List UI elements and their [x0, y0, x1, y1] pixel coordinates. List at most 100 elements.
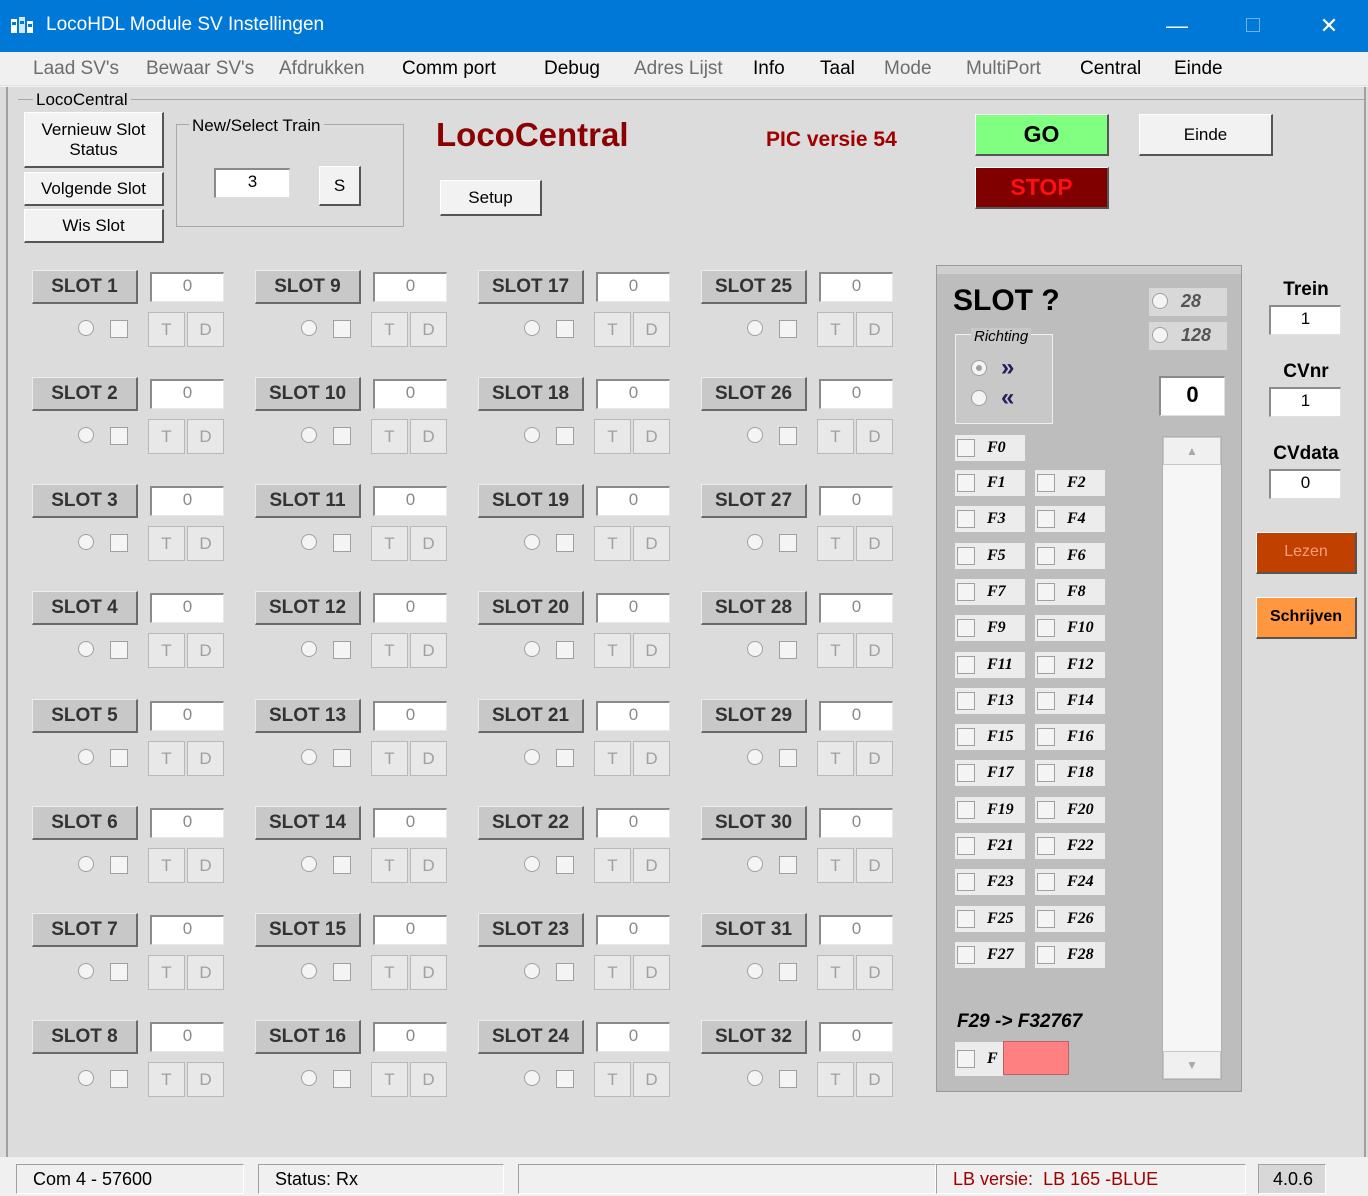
slot-checkbox[interactable] [556, 320, 574, 338]
slot-address-input[interactable]: 0 [819, 486, 893, 516]
slot-d-button[interactable]: D [856, 955, 893, 990]
slot-address-input[interactable]: 0 [819, 272, 893, 302]
slot-button[interactable]: SLOT 7 [32, 913, 138, 947]
ext-function-toggle[interactable]: F [955, 1042, 1003, 1076]
slot-button[interactable]: SLOT 9 [255, 270, 361, 304]
slot-address-input[interactable]: 0 [373, 915, 447, 945]
function-checkbox[interactable] [957, 510, 975, 528]
slot-d-button[interactable]: D [633, 955, 670, 990]
speed-28-option[interactable]: 28 [1149, 288, 1227, 316]
slot-t-button[interactable]: T [148, 848, 185, 883]
function-toggle[interactable]: F7 [955, 579, 1025, 605]
slot-radio[interactable] [524, 641, 540, 657]
train-input[interactable]: 1 [1269, 305, 1341, 335]
function-checkbox[interactable] [957, 801, 975, 819]
slot-checkbox[interactable] [779, 856, 797, 874]
slot-d-button[interactable]: D [187, 1062, 224, 1097]
slot-address-input[interactable]: 0 [596, 379, 670, 409]
slot-checkbox[interactable] [110, 534, 128, 552]
slot-radio[interactable] [301, 749, 317, 765]
slot-radio[interactable] [524, 749, 540, 765]
function-toggle[interactable]: F21 [955, 833, 1025, 859]
slot-radio[interactable] [524, 534, 540, 550]
exit-button[interactable]: Einde [1139, 114, 1273, 156]
slot-t-button[interactable]: T [148, 419, 185, 454]
slot-t-button[interactable]: T [817, 633, 854, 668]
slot-button[interactable]: SLOT 32 [701, 1020, 807, 1054]
slot-t-button[interactable]: T [148, 312, 185, 347]
menu-exit[interactable]: Einde [1174, 58, 1223, 80]
slot-t-button[interactable]: T [817, 526, 854, 561]
slot-checkbox[interactable] [779, 641, 797, 659]
slot-t-button[interactable]: T [148, 741, 185, 776]
slot-button[interactable]: SLOT 4 [32, 591, 138, 625]
function-checkbox[interactable] [1037, 547, 1055, 565]
slot-address-input[interactable]: 0 [150, 593, 224, 623]
slot-address-input[interactable]: 0 [150, 1022, 224, 1052]
slot-checkbox[interactable] [333, 534, 351, 552]
function-checkbox[interactable] [957, 837, 975, 855]
slot-t-button[interactable]: T [817, 848, 854, 883]
function-toggle[interactable]: F3 [955, 506, 1025, 532]
slot-button[interactable]: SLOT 8 [32, 1020, 138, 1054]
slot-radio[interactable] [78, 534, 94, 550]
slot-radio[interactable] [747, 534, 763, 550]
slot-button[interactable]: SLOT 21 [478, 699, 584, 733]
slot-button[interactable]: SLOT 17 [478, 270, 584, 304]
function-toggle[interactable]: F10 [1035, 615, 1105, 641]
slot-radio[interactable] [78, 320, 94, 336]
slot-checkbox[interactable] [779, 427, 797, 445]
slot-address-input[interactable]: 0 [373, 808, 447, 838]
slot-button[interactable]: SLOT 11 [255, 484, 361, 518]
speed-128-radio[interactable] [1152, 327, 1168, 343]
slot-button[interactable]: SLOT 13 [255, 699, 361, 733]
slot-checkbox[interactable] [556, 534, 574, 552]
slot-t-button[interactable]: T [371, 1062, 408, 1097]
slot-button[interactable]: SLOT 31 [701, 913, 807, 947]
slot-d-button[interactable]: D [187, 419, 224, 454]
function-toggle[interactable]: F5 [955, 543, 1025, 569]
slot-checkbox[interactable] [779, 1070, 797, 1088]
function-toggle[interactable]: F26 [1035, 906, 1105, 932]
function-toggle[interactable]: F11 [955, 652, 1025, 678]
scroll-up-icon[interactable]: ▲ [1163, 437, 1221, 465]
slot-radio[interactable] [524, 856, 540, 872]
slot-d-button[interactable]: D [856, 526, 893, 561]
slot-radio[interactable] [301, 427, 317, 443]
function-checkbox[interactable] [1037, 474, 1055, 492]
slot-button[interactable]: SLOT 5 [32, 699, 138, 733]
slot-t-button[interactable]: T [371, 526, 408, 561]
slot-checkbox[interactable] [333, 856, 351, 874]
slot-t-button[interactable]: T [148, 955, 185, 990]
stop-button[interactable]: STOP [975, 167, 1109, 209]
slot-checkbox[interactable] [556, 963, 574, 981]
function-checkbox[interactable] [957, 619, 975, 637]
clear-slot-button[interactable]: Wis Slot [24, 209, 164, 243]
function-checkbox[interactable] [957, 474, 975, 492]
slot-t-button[interactable]: T [594, 741, 631, 776]
function-checkbox[interactable] [1037, 510, 1055, 528]
slot-address-input[interactable]: 0 [373, 379, 447, 409]
slot-button[interactable]: SLOT 30 [701, 806, 807, 840]
slot-d-button[interactable]: D [856, 848, 893, 883]
slot-checkbox[interactable] [110, 749, 128, 767]
slot-address-input[interactable]: 0 [596, 486, 670, 516]
slot-t-button[interactable]: T [817, 1062, 854, 1097]
function-toggle[interactable]: F24 [1035, 869, 1105, 895]
slot-t-button[interactable]: T [371, 955, 408, 990]
slot-checkbox[interactable] [556, 1070, 574, 1088]
function-toggle[interactable]: F18 [1035, 760, 1105, 786]
slot-address-input[interactable]: 0 [373, 1022, 447, 1052]
train-number-input[interactable]: 3 [214, 168, 290, 198]
slot-checkbox[interactable] [779, 963, 797, 981]
slot-d-button[interactable]: D [187, 955, 224, 990]
menu-language[interactable]: Taal [820, 58, 855, 80]
slot-radio[interactable] [78, 641, 94, 657]
function-checkbox[interactable] [957, 764, 975, 782]
slot-address-input[interactable]: 0 [373, 486, 447, 516]
menu-multiport[interactable]: MultiPort [966, 58, 1041, 80]
function-checkbox[interactable] [957, 547, 975, 565]
slot-t-button[interactable]: T [817, 312, 854, 347]
slot-button[interactable]: SLOT 24 [478, 1020, 584, 1054]
function-toggle[interactable]: F9 [955, 615, 1025, 641]
